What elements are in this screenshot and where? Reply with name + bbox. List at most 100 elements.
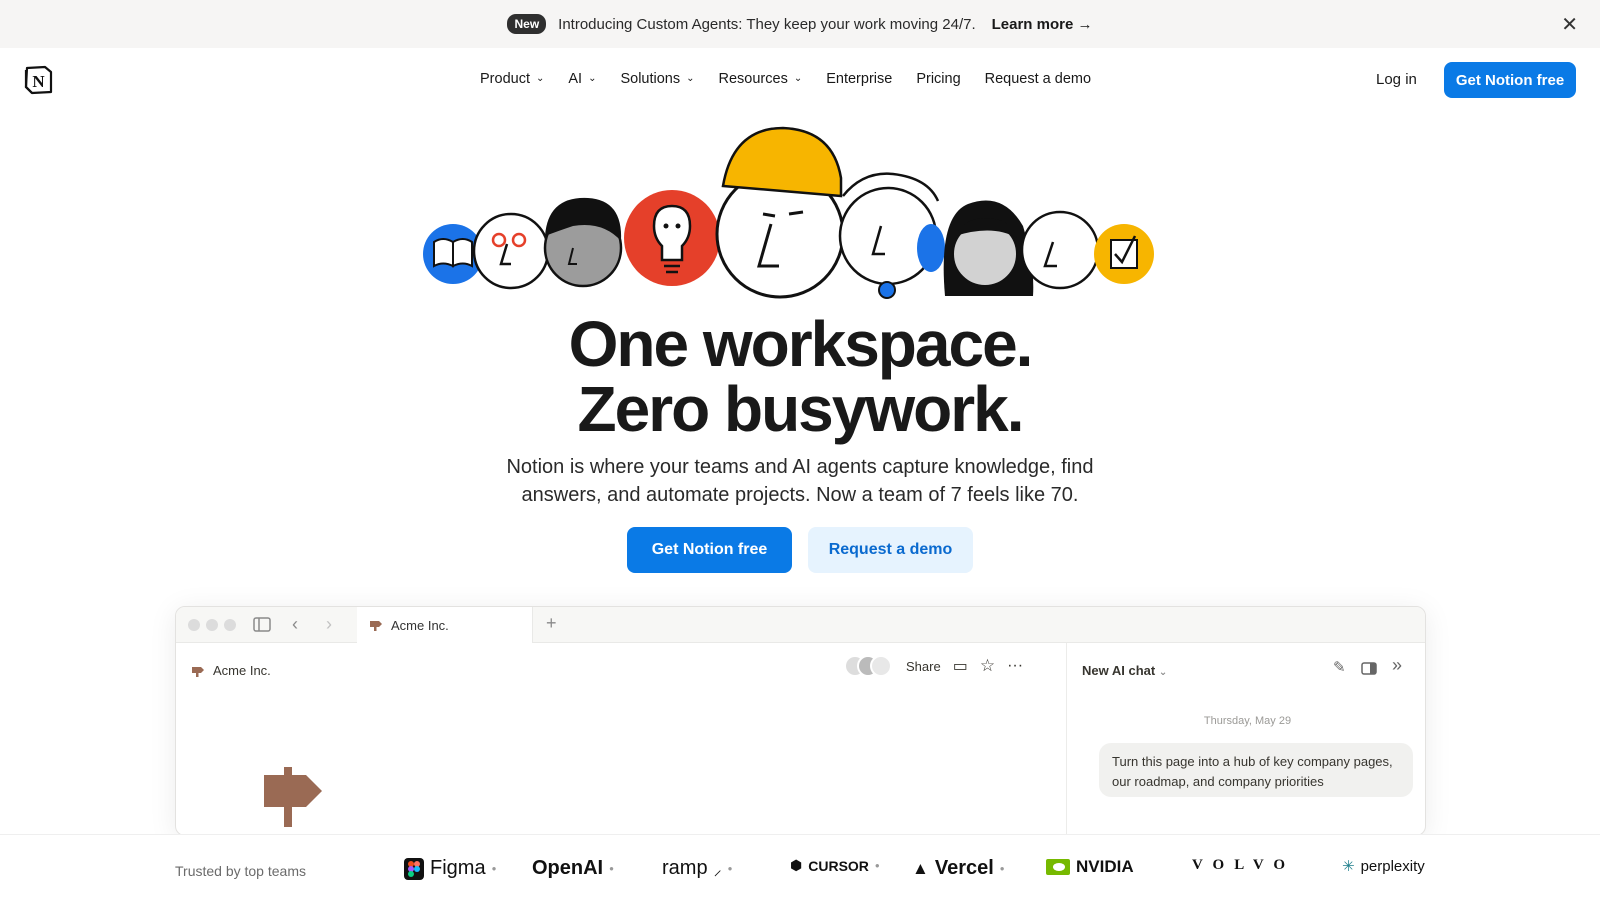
subtitle-line-2: answers, and automate projects. Now a te… [521,484,1079,506]
hero-cta-row: Get Notion free Request a demo [627,527,973,573]
nav-ai[interactable]: AI ⌄ [568,71,596,87]
nav-resources[interactable]: Resources ⌄ [719,71,803,87]
nvidia-eye-icon [1046,859,1070,875]
get-notion-free-button[interactable]: Get Notion free [1444,62,1576,98]
ramp-logo: ramp ⸝ ● [662,857,733,879]
cursor-text: CURSOR [808,857,869,874]
trusted-logos-strip: Trusted by top teams Figma ● OpenAI ● ramp… [0,834,1600,900]
smirk-face [1020,210,1100,290]
nav-enterprise-label: Enterprise [826,71,893,87]
nav-product-label: Product [480,71,530,87]
page-signpost-icon [264,767,322,827]
tab-acme[interactable]: Acme Inc. [357,607,533,643]
star-icon[interactable]: ☆ [980,656,995,676]
main-menu: Product ⌄ AI ⌄ Solutions ⌄ Resources ⌄ Enter… [480,71,1091,87]
login-link[interactable]: Log in [1376,71,1417,88]
new-tab-plus-icon[interactable]: + [546,613,557,634]
comment-icon[interactable]: ▭ [953,656,968,676]
curly-hair-face [543,197,623,288]
figma-icon [404,857,424,880]
chevron-down-icon: ⌄ [686,72,695,84]
cursor-cube-icon: ⬢ [790,857,803,873]
figma-text: Figma [430,857,486,879]
breadcrumb[interactable]: Acme Inc. [191,663,271,678]
chat-title: New AI chat [1082,663,1156,678]
chat-title-dropdown[interactable]: New AI chat ⌄ [1082,663,1167,678]
nav-ai-label: AI [568,71,583,87]
checklist-face [1094,224,1154,284]
window-titlebar: ‹ › Acme Inc. + [176,607,1425,643]
perplexity-logo: ✳ perplexity [1342,857,1425,876]
nav-solutions[interactable]: Solutions ⌄ [620,71,694,87]
chat-message-bubble: Turn this page into a hub of key company… [1099,743,1413,797]
hero-headline: One workspace. Zero busywork. [0,312,1600,442]
nav-request-demo-label: Request a demo [984,71,1092,87]
headline-line-1: One workspace. [568,308,1034,380]
nvidia-logo: NVIDIA [1046,857,1134,877]
chevron-down-icon: ⌄ [793,72,803,84]
tab-title: Acme Inc. [391,617,449,633]
nav-solutions-label: Solutions [620,71,681,87]
chat-date: Thursday, May 29 [1203,715,1292,727]
nav-product[interactable]: Product ⌄ [480,71,544,87]
share-button[interactable]: Share [906,659,941,674]
ramp-text: ramp [662,857,708,879]
headset-face [838,172,945,299]
trusted-label: Trusted by top teams [175,863,306,879]
hero-get-notion-free-button[interactable]: Get Notion free [627,527,792,573]
nav-pricing-label: Pricing [916,71,961,87]
window-zoom-dot [224,619,236,631]
banner-text: Introducing Custom Agents: They keep you… [558,15,976,33]
back-arrow-icon[interactable]: ‹ [292,614,298,635]
hero-subtitle: Notion is where your teams and AI agents… [0,453,1600,509]
panel-icon[interactable] [1361,662,1377,675]
notion-logo[interactable]: N [24,65,53,95]
perplexity-icon: ✳ [1342,858,1355,875]
cursor-logo: ⬢ CURSOR ● [790,857,880,874]
glasses-face [472,212,550,290]
volvo-logo: VOLVO [1192,857,1295,874]
chevron-down-icon: ⌄ [588,72,597,84]
window-close-dot [188,619,200,631]
page-pane: Acme Inc. Share ▭ ☆ ··· [176,643,1066,835]
breadcrumb-label: Acme Inc. [213,663,271,678]
announcement-banner: New Introducing Custom Agents: They keep… [0,0,1600,48]
openai-text: OpenAI [532,857,604,879]
perplexity-text: perplexity [1360,857,1425,875]
learn-more-link[interactable]: Learn more → [992,16,1093,33]
hardhat-face [715,126,845,299]
chevron-down-icon: ⌄ [1158,667,1168,678]
chevron-down-icon: ⌄ [535,72,545,84]
new-chat-icon[interactable]: ✎ [1333,658,1346,676]
openai-logo: OpenAI ● [532,857,614,879]
close-icon[interactable]: ✕ [1561,12,1578,37]
hero-request-demo-button[interactable]: Request a demo [808,527,973,573]
window-minimize-dot [206,619,218,631]
forward-arrow-icon[interactable]: › [326,614,332,635]
app-preview-window: ‹ › Acme Inc. + Acme Inc. Share ▭ ☆ ··· … [175,606,1426,836]
signpost-icon [192,666,204,677]
lightbulb-face [624,190,720,286]
sidebar-toggle-icon[interactable] [253,617,271,632]
page-toolbar: Share ▭ ☆ ··· [844,655,1023,677]
new-badge: New [507,14,547,34]
subtitle-line-1: Notion is where your teams and AI agents… [506,456,1094,478]
collaborator-avatars [844,655,892,677]
more-icon[interactable]: ··· [1007,657,1023,675]
nav-pricing[interactable]: Pricing [916,71,960,87]
vercel-text: Vercel [934,857,994,879]
collapse-icon[interactable]: » [1392,655,1402,676]
signpost-icon [370,621,382,631]
hero-faces-illustration [423,126,1154,299]
ai-chat-pane: New AI chat ⌄ ✎ » Thursday, May 29 Turn … [1066,643,1425,835]
nav-enterprise[interactable]: Enterprise [826,71,892,87]
headline-line-2: Zero busywork. [577,373,1025,445]
nav-resources-label: Resources [718,71,788,87]
vercel-logo: ▲ Vercel ● [912,857,1005,879]
long-hair-face [943,200,1034,296]
vercel-triangle-icon: ▲ [912,858,929,878]
volvo-text: VOLVO [1192,857,1296,873]
top-nav: N Product ⌄ AI ⌄ Solutions ⌄ Resources ⌄ Ent… [0,48,1600,112]
nav-request-demo[interactable]: Request a demo [985,71,1091,87]
figma-logo: Figma ● [404,857,496,880]
